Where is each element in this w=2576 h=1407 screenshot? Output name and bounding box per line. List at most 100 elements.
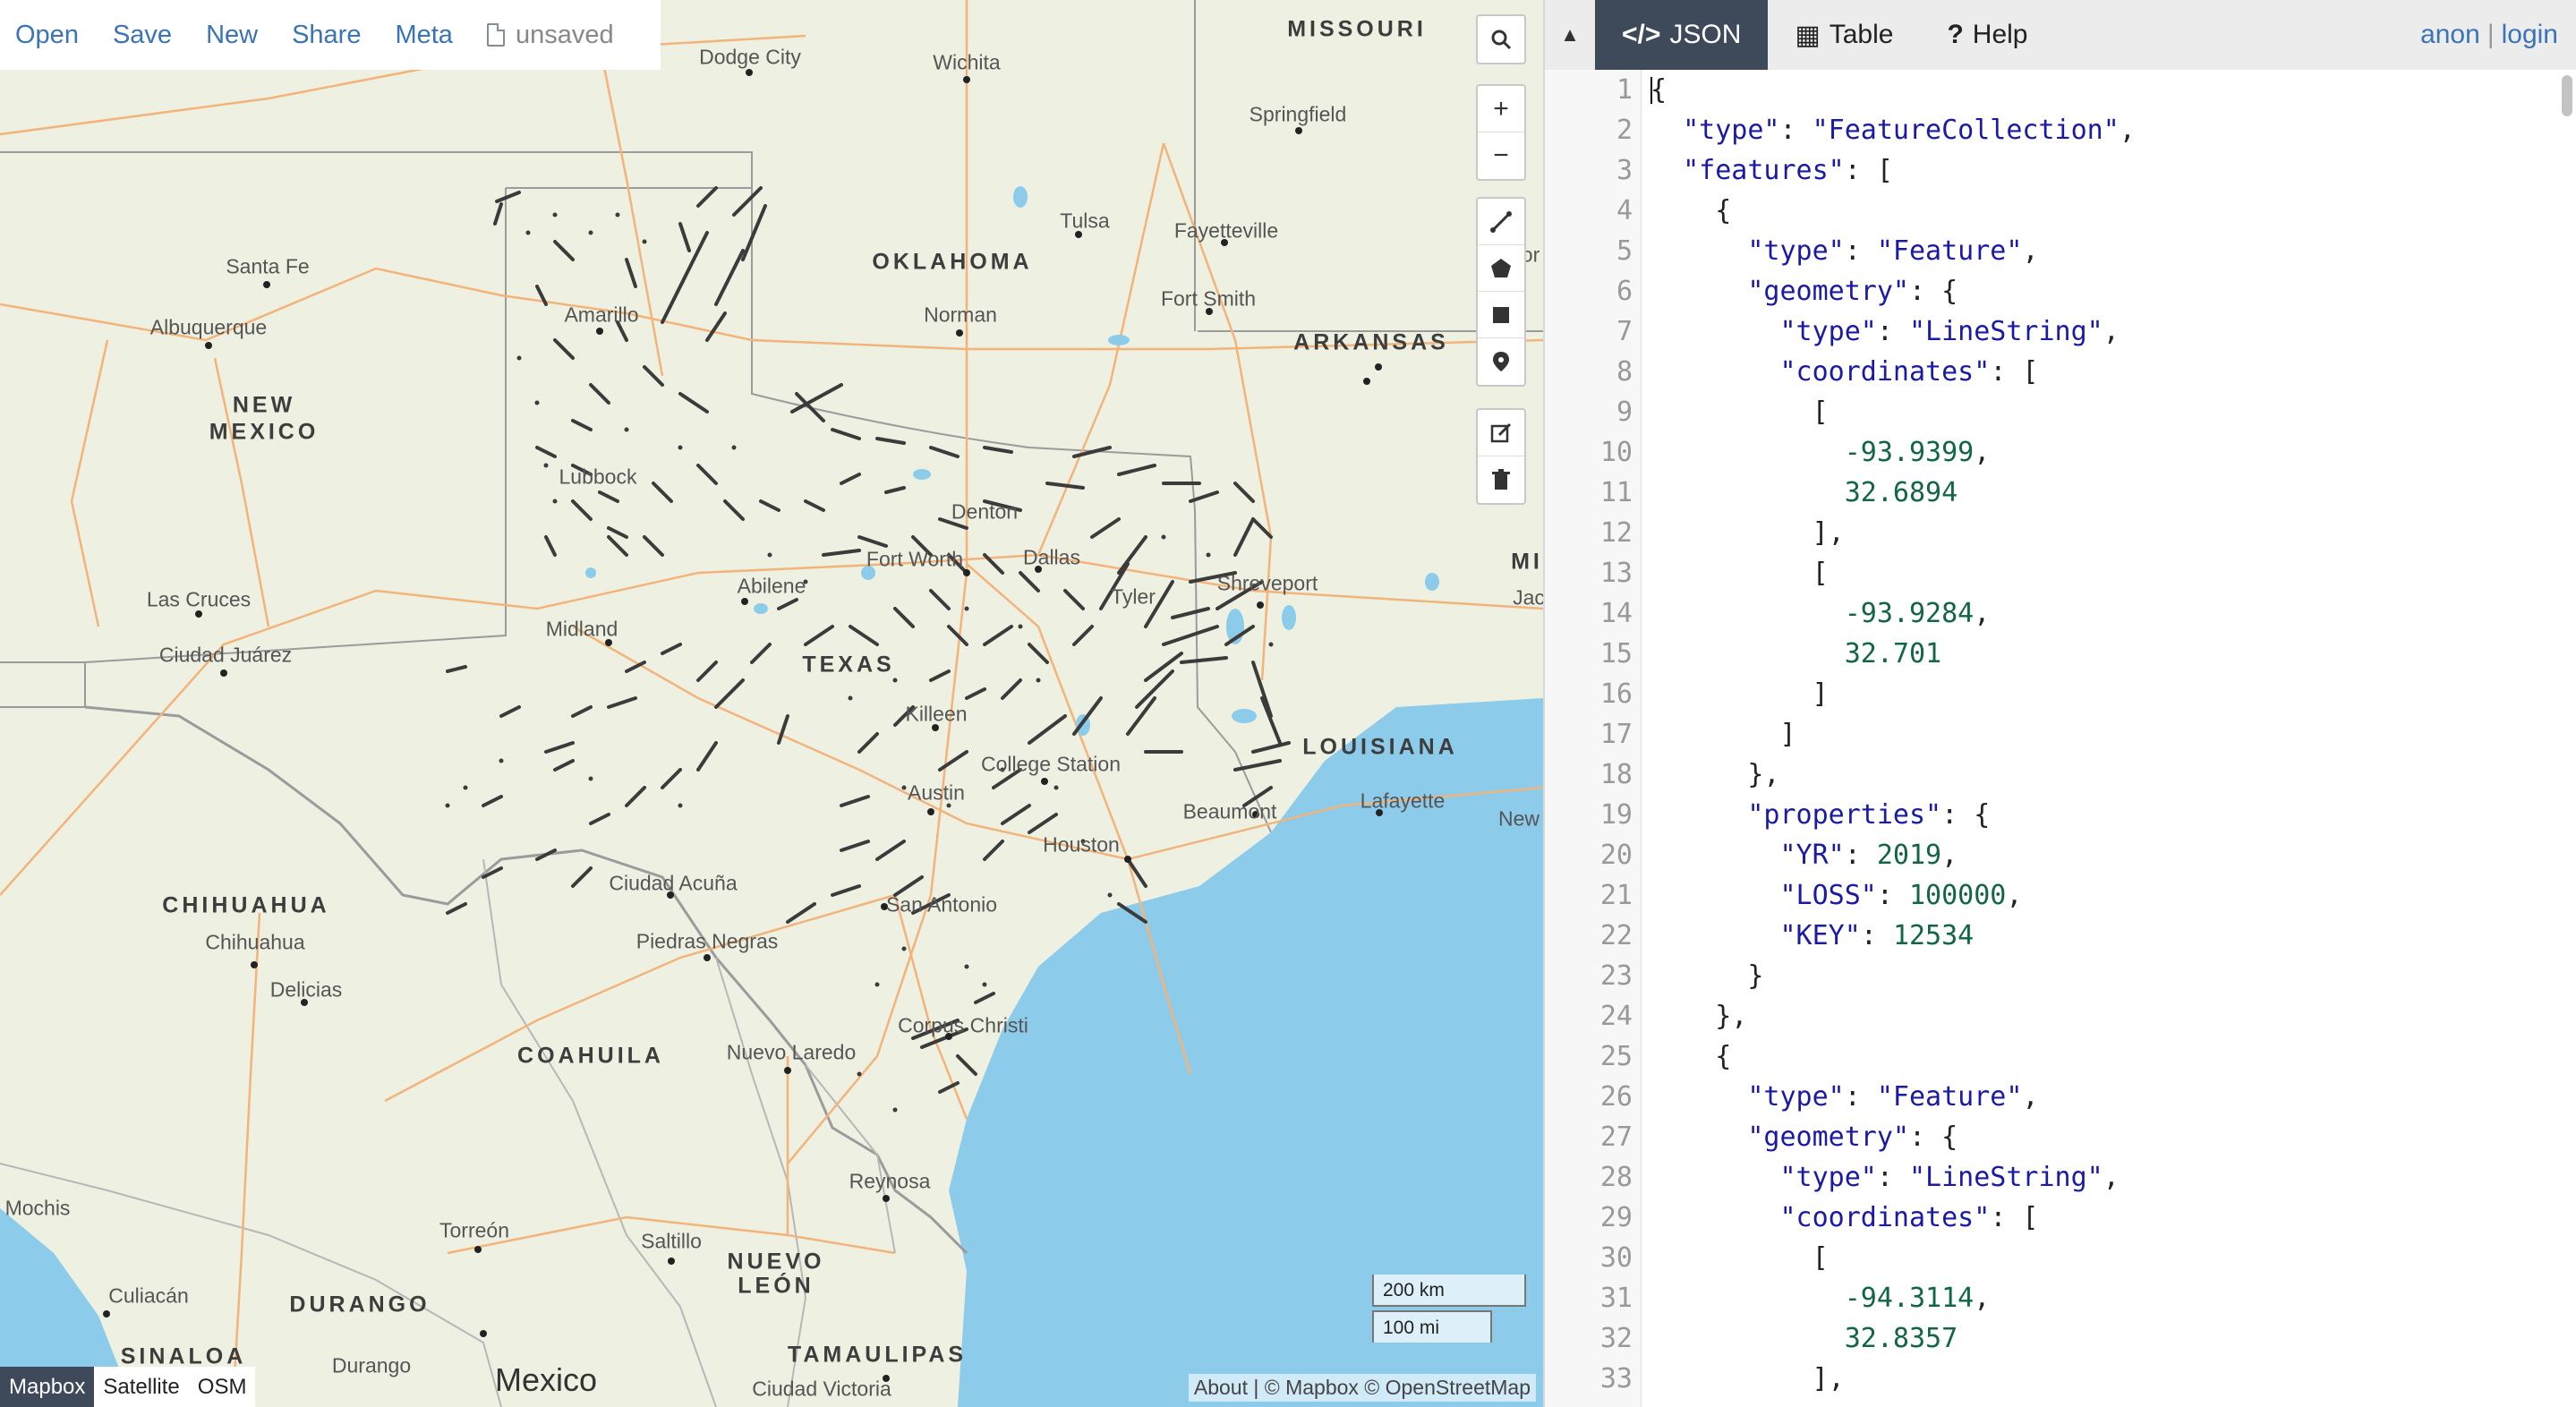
code-text: { — [1651, 195, 1732, 226]
edit-button[interactable] — [1478, 410, 1524, 456]
save-status-text: unsaved — [515, 20, 614, 49]
label-ciudad-acuna: Ciudad Acuña — [609, 871, 738, 895]
line-number: 6 — [1616, 276, 1633, 307]
draw-polygon-button[interactable] — [1478, 245, 1524, 292]
label-culiacan: Culiacán — [108, 1283, 189, 1308]
label-missouri: MISSOURI — [1287, 16, 1427, 42]
label-lafayette: Lafayette — [1360, 789, 1446, 813]
map-canvas[interactable] — [0, 0, 1543, 1407]
label-springfield: Springfield — [1249, 102, 1347, 126]
code-text: ] — [1651, 719, 1796, 750]
code-text: { — [1651, 74, 1668, 106]
save-button[interactable]: Save — [113, 21, 172, 50]
code-text: "type": "Feature", — [1747, 1081, 2039, 1113]
label-dallas: Dallas — [1023, 545, 1080, 569]
map-view[interactable]: MISSOURI OKLAHOMA ARKANSAS NEW MEXICO TE… — [0, 0, 1543, 1407]
label-reynosa: Reynosa — [849, 1169, 931, 1193]
code-text: [ — [1651, 397, 1829, 428]
editor-scrollbar[interactable] — [2562, 75, 2572, 116]
new-button[interactable]: New — [206, 21, 258, 50]
line-number: 1 — [1616, 74, 1633, 106]
code-text: "KEY": 12534 — [1779, 920, 1975, 951]
line-number: 32 — [1599, 1323, 1633, 1354]
code-text: "coordinates": [ — [1779, 356, 2039, 388]
trash-icon — [1492, 469, 1510, 490]
code-text: { — [1651, 1041, 1732, 1072]
line-number: 26 — [1599, 1081, 1633, 1113]
line-number: 25 — [1599, 1041, 1633, 1072]
layer-satellite[interactable]: Satellite — [94, 1367, 188, 1407]
search-button[interactable] — [1478, 16, 1524, 63]
line-number: 18 — [1599, 759, 1633, 790]
tab-table[interactable]: ▦ Table — [1768, 0, 1920, 70]
code-text: ] — [1651, 678, 1829, 710]
code-text: ], — [1651, 517, 1845, 549]
line-number: 11 — [1599, 477, 1633, 508]
label-houston: Houston — [1043, 832, 1120, 857]
draw-line-button[interactable] — [1478, 199, 1524, 245]
code-text: }, — [1651, 759, 1780, 790]
map-attribution[interactable]: About | © Mapbox © OpenStreetMap — [1188, 1374, 1536, 1402]
label-louisiana: LOUISIANA — [1302, 734, 1458, 760]
top-menu: Open Save New Share Meta unsaved — [0, 0, 661, 70]
layer-mapbox[interactable]: Mapbox — [0, 1367, 95, 1407]
code-icon: </> — [1622, 20, 1661, 49]
login-link[interactable]: login — [2502, 20, 2558, 50]
line-number: 10 — [1599, 437, 1633, 468]
code-text: "type": "LineString", — [1779, 316, 2120, 347]
label-college-station: College Station — [981, 752, 1121, 776]
share-button[interactable]: Share — [292, 21, 361, 50]
triangle-up-icon: ▲ — [1560, 23, 1580, 46]
tab-json-label: JSON — [1669, 20, 1742, 49]
label-mi: MI — [1511, 549, 1543, 575]
table-icon: ▦ — [1795, 20, 1821, 50]
draw-rectangle-button[interactable] — [1478, 292, 1524, 338]
delete-button[interactable] — [1478, 456, 1524, 503]
label-jackson: Jac — [1513, 585, 1543, 610]
label-santa-fe: Santa Fe — [226, 254, 310, 278]
label-durango-city: Durango — [331, 1353, 412, 1377]
tab-help[interactable]: ? Help — [1920, 0, 2054, 70]
meta-button[interactable]: Meta — [395, 21, 452, 50]
label-amarillo: Amarillo — [564, 303, 639, 327]
scale-km: 200 km — [1372, 1275, 1526, 1307]
line-number: 15 — [1599, 638, 1633, 669]
draw-marker-button[interactable] — [1478, 338, 1524, 385]
line-number: 7 — [1616, 316, 1633, 347]
zoom-in-button[interactable]: + — [1478, 86, 1524, 132]
draw-rectangle-icon — [1493, 306, 1509, 323]
label-new: NEW — [232, 392, 296, 418]
us-mexico-border — [84, 705, 968, 1255]
anon-link[interactable]: anon — [2420, 20, 2480, 50]
label-tyler: Tyler — [1111, 584, 1156, 609]
label-corpus-christi: Corpus Christi — [898, 1013, 1028, 1037]
code-text: "coordinates": [ — [1779, 1202, 2039, 1233]
tab-table-label: Table — [1829, 20, 1894, 49]
open-button[interactable]: Open — [15, 21, 79, 50]
code-text: [ — [1651, 1242, 1829, 1274]
label-beaumont: Beaumont — [1182, 799, 1277, 823]
layer-osm[interactable]: OSM — [189, 1367, 256, 1407]
draw-polygon-icon — [1491, 258, 1511, 277]
code-text: [ — [1651, 558, 1829, 589]
label-abilene: Abilene — [737, 574, 806, 598]
code-text: -93.9399, — [1844, 437, 1991, 468]
label-chihuahua-state: CHIHUAHUA — [162, 892, 330, 918]
label-country-mexico: Mexico — [494, 1361, 598, 1398]
code-text: "geometry": { — [1747, 1121, 1958, 1153]
save-status: unsaved — [486, 20, 614, 50]
label-chihuahua-city: Chihuahua — [205, 930, 305, 954]
text-cursor — [1651, 77, 1652, 104]
line-number: 3 — [1616, 155, 1633, 186]
code-text: "properties": { — [1747, 799, 1991, 831]
draw-line-icon — [1490, 210, 1512, 233]
collapse-button[interactable]: ▲ — [1545, 0, 1595, 70]
map-scale: 200 km 100 mi — [1372, 1275, 1526, 1343]
line-number: 21 — [1599, 880, 1633, 911]
tab-json[interactable]: </> JSON — [1595, 0, 1769, 70]
label-denton: Denton — [951, 499, 1019, 524]
zoom-out-button[interactable]: − — [1478, 132, 1524, 179]
json-editor[interactable]: 1 {2 "type": "FeatureCollection", 3 "featu… — [1545, 70, 2576, 1407]
label-coahuila: COAHUILA — [517, 1043, 664, 1069]
code-text: "type": "FeatureCollection", — [1683, 115, 2136, 146]
